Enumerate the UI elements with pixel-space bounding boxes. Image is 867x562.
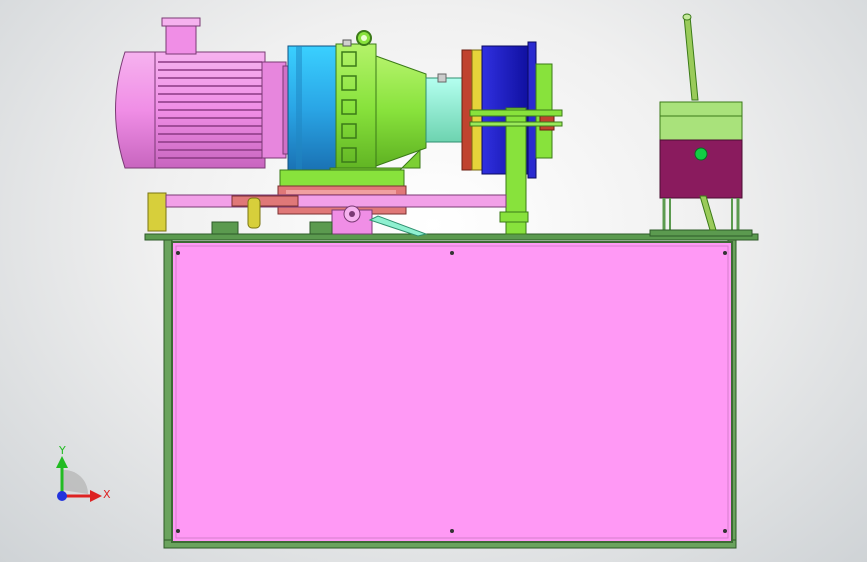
panel-screw xyxy=(176,529,180,533)
graphics-viewport[interactable]: Y X xyxy=(0,0,867,562)
frame-block-left xyxy=(211,221,239,235)
x-axis-arrowhead xyxy=(90,490,102,502)
panel-screw xyxy=(723,251,727,255)
panel-screw xyxy=(450,251,454,255)
panel-screw xyxy=(450,529,454,533)
electric-motor[interactable] xyxy=(115,51,292,169)
coordinate-triad: Y X xyxy=(56,444,111,502)
y-axis-label: Y xyxy=(58,444,66,457)
frame-block-mid xyxy=(309,221,333,235)
control-box[interactable] xyxy=(649,101,753,237)
panel-screw xyxy=(723,529,727,533)
indicator-light xyxy=(694,147,708,161)
cycloidal-reducer[interactable] xyxy=(287,30,427,173)
rod-handle[interactable] xyxy=(247,197,261,229)
pillow-block[interactable] xyxy=(331,205,373,235)
diagonal-strut xyxy=(368,215,428,237)
x-axis-label: X xyxy=(103,488,111,501)
cad-model-view[interactable]: Y X xyxy=(0,0,867,562)
front-panel[interactable] xyxy=(171,241,733,543)
z-axis-dot xyxy=(57,491,67,501)
panel-screw xyxy=(176,251,180,255)
coupling[interactable] xyxy=(425,73,463,143)
motor-terminal-box[interactable] xyxy=(161,17,201,55)
y-axis-arrowhead xyxy=(56,456,68,468)
